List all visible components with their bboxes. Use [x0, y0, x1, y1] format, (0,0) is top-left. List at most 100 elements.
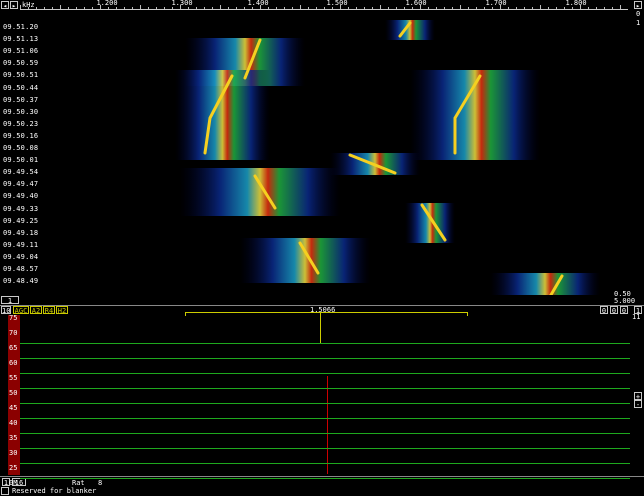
frequency-tick	[420, 5, 421, 9]
tuning-center-marker[interactable]	[320, 313, 321, 343]
frequency-tick	[292, 7, 293, 9]
spectrum-y-label: 35	[9, 434, 18, 442]
frequency-tick-label: 1.500	[326, 0, 348, 7]
frequency-tick	[404, 7, 405, 9]
frequency-tick-label: 1.800	[565, 0, 587, 7]
spectrum-grid-line	[20, 343, 630, 344]
frequency-tick	[308, 7, 309, 9]
sdr-waterfall-app: ◂ ▸ kHz 1.200 1.300 1.400 1.500 1.600 1.700 1.…	[0, 0, 644, 496]
toolbar-number-button[interactable]: 10	[1, 306, 11, 315]
waterfall-timestamp: 09.51.13	[3, 35, 39, 44]
frequency-tick	[252, 7, 253, 9]
spectrum-grid-line	[20, 433, 630, 434]
spectrum-grid-line	[20, 403, 630, 404]
waterfall-timestamp: 09.50.23	[3, 119, 39, 128]
frequency-tick	[620, 5, 621, 9]
spectrum-grid-line	[20, 448, 630, 449]
waterfall-timestamp: 09.48.57	[3, 265, 39, 273]
spectrum-top-right-value: 11	[632, 313, 641, 321]
frequency-tick	[348, 7, 349, 9]
frequency-tick	[484, 7, 485, 9]
spectrum-grid-line	[20, 388, 630, 389]
scroll-right-button[interactable]: ▸	[10, 1, 18, 10]
frequency-tick	[580, 5, 581, 9]
frequency-tick	[492, 7, 493, 9]
tuning-left-edge[interactable]	[185, 312, 186, 316]
frequency-ruler[interactable]: 1.200 1.300 1.400 1.500 1.600 1.700 1.800	[20, 0, 628, 10]
waterfall-timestamp: 09.50.16	[3, 131, 39, 140]
frequency-tick	[524, 7, 525, 9]
blanker-status-text: Reserved for blanker	[12, 487, 97, 495]
frequency-tick	[340, 5, 341, 9]
frequency-tick	[548, 7, 549, 9]
frequency-tick	[276, 7, 277, 9]
frequency-tick	[500, 5, 501, 9]
spectrum-grid-line	[20, 373, 630, 374]
waterfall-timestamp: 09.50.30	[3, 107, 39, 116]
frequency-tick	[380, 5, 381, 9]
right-panel-top-value: 0	[636, 10, 641, 18]
frequency-tick	[20, 5, 21, 9]
frequency-tick	[68, 7, 69, 9]
waterfall-timestamp: 09.49.25	[3, 216, 39, 225]
frequency-tick	[324, 7, 325, 9]
frequency-tick	[564, 7, 565, 9]
frequency-tick	[196, 7, 197, 9]
waterfall-left-button[interactable]: 1	[1, 296, 19, 305]
waterfall-display[interactable]	[0, 18, 628, 295]
spectrum-minus-button[interactable]: -	[634, 400, 642, 409]
waterfall-timestamp: 09.49.04	[3, 252, 39, 261]
frequency-tick	[156, 7, 157, 9]
frequency-tick	[132, 7, 133, 9]
spectrum-plus-button[interactable]: +	[634, 392, 642, 401]
spectrum-grid-line	[20, 358, 630, 359]
r4-button[interactable]: R4	[43, 306, 55, 315]
frequency-tick	[60, 5, 61, 9]
frequency-tick	[36, 7, 37, 9]
a2-button[interactable]: A2	[30, 306, 42, 315]
h2-button[interactable]: H2	[56, 306, 68, 315]
frequency-tick	[476, 7, 477, 9]
frequency-tick	[428, 7, 429, 9]
waterfall-timestamp: 09.49.54	[3, 168, 39, 177]
tuning-right-edge[interactable]	[467, 312, 468, 316]
waterfall-timestamp: 09.50.37	[3, 95, 39, 104]
right-box-1[interactable]: 0	[600, 306, 608, 315]
frequency-tick	[228, 7, 229, 9]
frequency-tick	[268, 7, 269, 9]
frequency-tick	[236, 7, 237, 9]
tuning-bandwidth-bar[interactable]	[185, 312, 468, 313]
scroll-left-button[interactable]: ◂	[1, 1, 9, 10]
spectrum-y-label: 65	[9, 344, 18, 352]
frequency-tick	[612, 7, 613, 9]
waterfall-timestamp: 09.49.18	[3, 228, 39, 237]
frequency-tick	[532, 7, 533, 9]
scroll-up-button[interactable]: ▸	[634, 1, 642, 10]
right-box-2[interactable]: 0	[610, 306, 618, 315]
frequency-tick	[52, 7, 53, 9]
frequency-tick	[84, 7, 85, 9]
frequency-tick	[540, 5, 541, 9]
waterfall-timestamp: 09.50.01	[3, 156, 39, 165]
status-small-button[interactable]	[1, 487, 9, 495]
waterfall-timestamp: 09.49.47	[3, 180, 39, 189]
frequency-marker[interactable]	[327, 376, 328, 474]
frequency-tick	[180, 5, 181, 9]
spectrum-grid-line	[20, 463, 630, 464]
frequency-tick	[260, 5, 261, 9]
waterfall-timestamp: 09.50.44	[3, 83, 39, 92]
frequency-tick	[116, 7, 117, 9]
frequency-tick	[604, 7, 605, 9]
frequency-tick	[412, 7, 413, 9]
frequency-tick	[468, 7, 469, 9]
spectrum-y-label: 60	[9, 359, 18, 367]
frequency-tick	[460, 5, 461, 9]
frequency-tick	[364, 7, 365, 9]
frequency-tick	[44, 7, 45, 9]
agc-button[interactable]: AGC	[13, 306, 29, 315]
frequency-tick-label: 1.700	[485, 0, 507, 7]
right-panel-mid-value: 1	[636, 19, 641, 27]
spectrum-grid-line	[20, 418, 630, 419]
right-box-3[interactable]: 0	[620, 306, 628, 315]
frequency-tick	[148, 7, 149, 9]
